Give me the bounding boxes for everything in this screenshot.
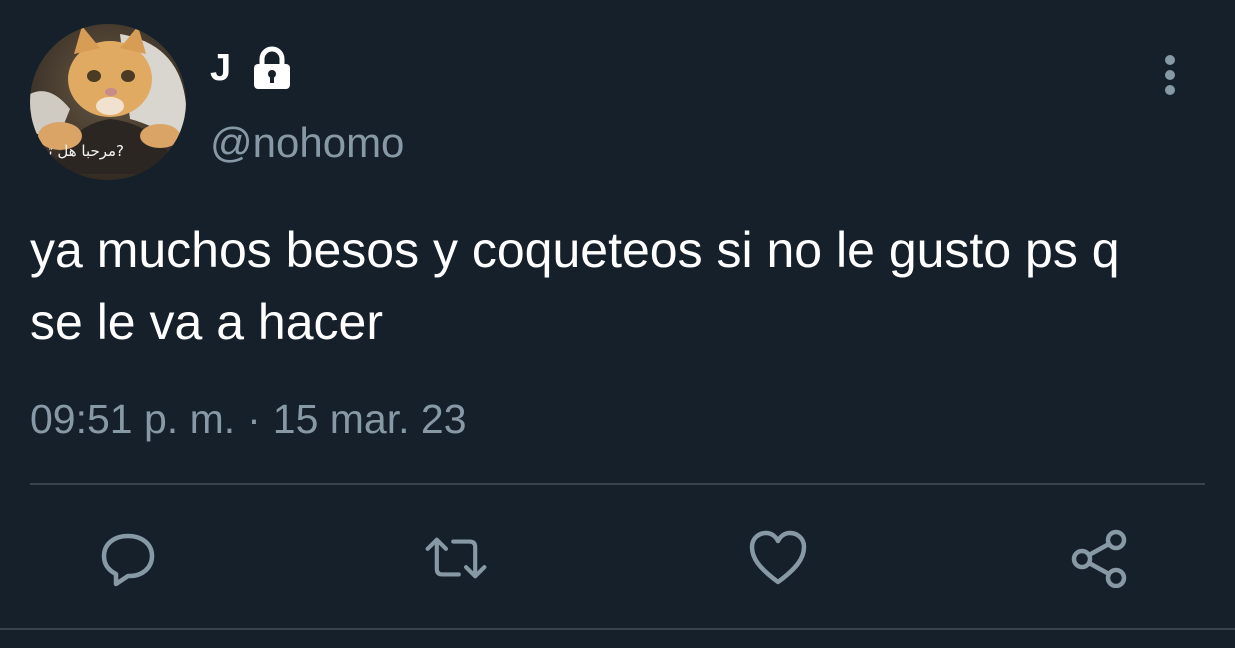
share-icon — [1071, 529, 1127, 588]
tweet-timestamp[interactable]: 09:51 p. m. · 15 mar. 23 — [30, 395, 467, 444]
retweet-icon — [425, 537, 487, 579]
reply-button[interactable] — [96, 526, 160, 590]
heart-icon — [749, 530, 807, 585]
display-name[interactable]: J — [210, 49, 231, 87]
more-vertical-icon — [1165, 55, 1175, 95]
divider — [30, 483, 1205, 485]
share-button[interactable] — [1068, 526, 1132, 590]
tweet-detail: ?مرحبا هل تـ J @nohomo ya muchos besos y… — [0, 0, 1235, 648]
tweet-text: ya muchos besos y coqueteos si no le gus… — [30, 222, 1120, 350]
bottom-divider — [0, 628, 1235, 630]
lock-icon — [249, 45, 295, 91]
tweet-time: 09:51 p. m. — [30, 396, 236, 442]
author-row: J — [210, 40, 295, 96]
timestamp-separator: · — [247, 396, 261, 442]
user-handle[interactable]: @nohomo — [210, 118, 404, 168]
tweet-date: 15 mar. 23 — [272, 396, 467, 442]
avatar-caption: ?مرحبا هل تـ — [44, 142, 125, 160]
reply-icon — [101, 533, 155, 587]
like-button[interactable] — [746, 526, 810, 590]
more-options-button[interactable] — [1148, 50, 1192, 100]
retweet-button[interactable] — [424, 526, 488, 590]
avatar[interactable]: ?مرحبا هل تـ — [30, 24, 186, 180]
rainbow-flag-icon — [180, 140, 186, 158]
